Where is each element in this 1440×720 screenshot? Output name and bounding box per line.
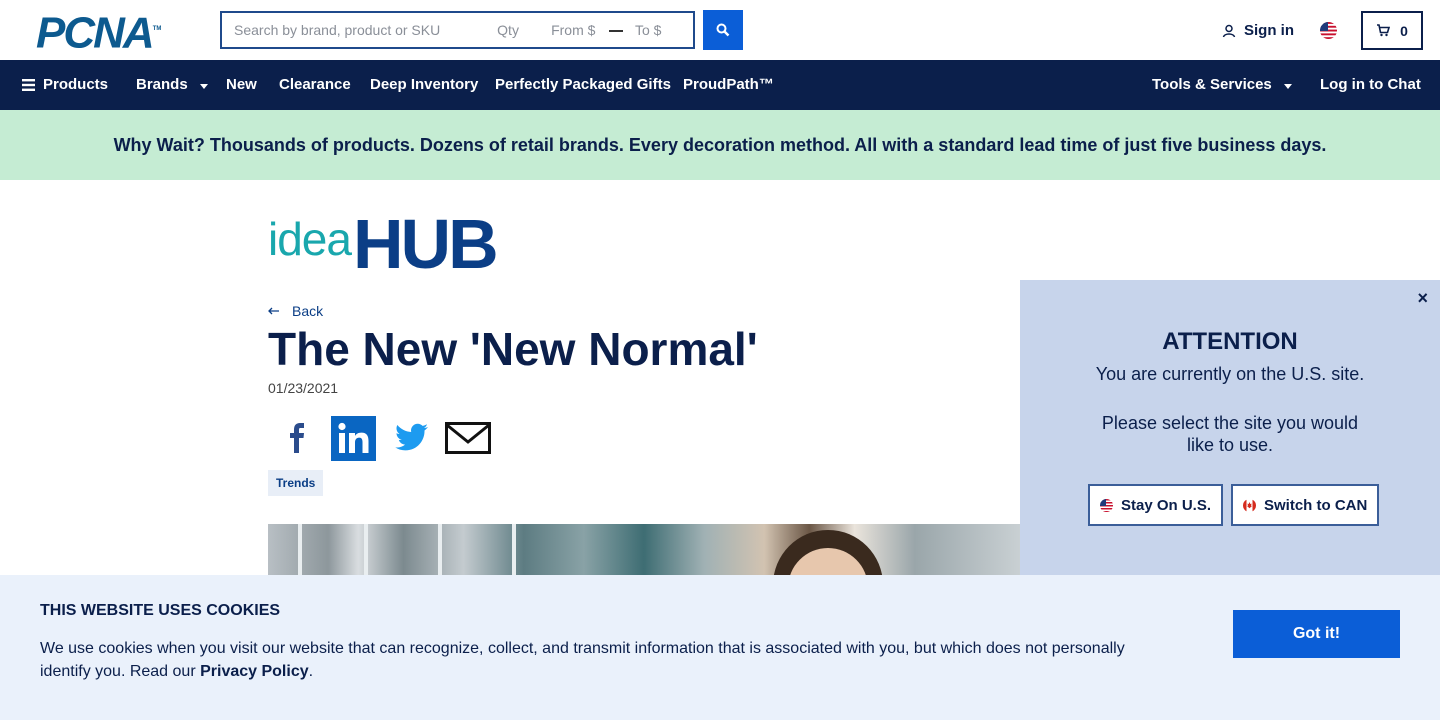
nav-clearance-label: Clearance <box>279 76 351 93</box>
stay-us-label: Stay On U.S. <box>1121 496 1212 514</box>
cookie-accept-button[interactable]: Got it! <box>1233 610 1400 658</box>
nav-brands-label: Brands <box>136 76 188 93</box>
search-button[interactable] <box>703 10 743 50</box>
search-icon <box>716 23 730 37</box>
promo-banner: Why Wait? Thousands of products. Dozens … <box>0 110 1440 180</box>
nav-proudpath-label: ProudPath™ <box>683 76 774 93</box>
twitter-icon <box>394 423 428 451</box>
modal-current-site-text: You are currently on the U.S. site. <box>1095 364 1365 384</box>
ideahub-logo[interactable]: idea HUB <box>268 205 499 283</box>
back-label: Back <box>292 303 324 319</box>
hamburger-icon <box>22 78 35 91</box>
search-input[interactable] <box>222 13 478 47</box>
search-bar <box>220 11 695 49</box>
qty-input[interactable] <box>477 13 540 47</box>
close-icon[interactable]: × <box>1417 288 1428 309</box>
tag-trends[interactable]: Trends <box>268 470 324 496</box>
main-nav: Products Brands New Clearance Deep Inven… <box>0 60 1440 110</box>
logo-trademark: TM <box>152 26 162 32</box>
facebook-icon <box>289 423 304 453</box>
nav-products[interactable]: Products <box>22 76 108 93</box>
us-flag-icon[interactable] <box>1320 22 1337 39</box>
price-range-dash <box>609 30 623 32</box>
user-icon <box>1222 24 1236 37</box>
nav-chat-label: Log in to Chat <box>1320 76 1421 93</box>
article-date: 01/23/2021 <box>268 380 339 396</box>
site-header: PCNATM Sign in 0 <box>0 0 1440 60</box>
price-from-input[interactable] <box>539 13 610 47</box>
arrow-left-icon <box>268 307 279 315</box>
chevron-down-icon <box>199 83 208 89</box>
canada-flag-icon <box>1243 498 1256 512</box>
promo-text: Why Wait? Thousands of products. Dozens … <box>113 134 1327 155</box>
nav-new[interactable]: New <box>226 76 257 93</box>
modal-title: ATTENTION <box>1162 328 1298 355</box>
nav-gifts-label: Perfectly Packaged Gifts <box>495 76 671 93</box>
email-icon <box>444 422 491 454</box>
cart-button[interactable]: 0 <box>1361 11 1423 50</box>
nav-tools-services[interactable]: Tools & Services <box>1152 76 1292 93</box>
cookie-period: . <box>308 663 314 680</box>
sign-in-label: Sign in <box>1244 22 1294 39</box>
nav-chat-login[interactable]: Log in to Chat <box>1320 76 1421 93</box>
ideahub-logo-hub: HUB <box>352 205 499 283</box>
back-link[interactable]: Back <box>268 303 323 319</box>
nav-deep-inventory[interactable]: Deep Inventory <box>370 76 478 93</box>
pcna-logo[interactable]: PCNATM <box>36 11 162 55</box>
price-to-input[interactable] <box>623 13 693 47</box>
nav-new-label: New <box>226 76 257 93</box>
site-select-modal: × ATTENTION You are currently on the U.S… <box>1020 280 1440 580</box>
cart-icon <box>1377 24 1391 37</box>
nav-proudpath[interactable]: ProudPath™ <box>683 76 774 93</box>
cookie-text: We use cookies when you visit our websit… <box>40 637 1150 683</box>
privacy-policy-link[interactable]: Privacy Policy <box>200 663 309 680</box>
share-buttons <box>268 415 496 461</box>
nav-brands[interactable]: Brands <box>136 76 208 93</box>
stay-us-button[interactable]: Stay On U.S. <box>1088 484 1224 526</box>
nav-tools-label: Tools & Services <box>1152 76 1272 93</box>
linkedin-share[interactable] <box>325 415 382 461</box>
article-title: The New 'New Normal' <box>268 323 758 375</box>
sign-in-link[interactable]: Sign in <box>1222 22 1294 39</box>
switch-can-label: Switch to CAN <box>1264 496 1368 514</box>
linkedin-icon <box>331 415 376 461</box>
nav-deep-inventory-label: Deep Inventory <box>370 76 479 93</box>
chevron-down-icon <box>1283 83 1292 89</box>
ideahub-logo-idea: idea <box>268 213 352 265</box>
twitter-share[interactable] <box>382 415 439 461</box>
email-share[interactable] <box>439 415 496 461</box>
cookie-banner: THIS WEBSITE USES COOKIES We use cookies… <box>0 575 1440 720</box>
nav-gifts[interactable]: Perfectly Packaged Gifts <box>495 76 671 93</box>
logo-text: PCNA <box>36 8 155 58</box>
nav-products-label: Products <box>43 76 109 93</box>
cart-count: 0 <box>1400 22 1408 39</box>
cookie-title: THIS WEBSITE USES COOKIES <box>40 602 281 619</box>
us-flag-icon <box>1100 498 1113 512</box>
modal-instruction-text: Please select the site you would like to… <box>1101 413 1359 455</box>
switch-can-button[interactable]: Switch to CAN <box>1231 484 1380 526</box>
nav-clearance[interactable]: Clearance <box>279 76 351 93</box>
facebook-share[interactable] <box>268 415 325 461</box>
